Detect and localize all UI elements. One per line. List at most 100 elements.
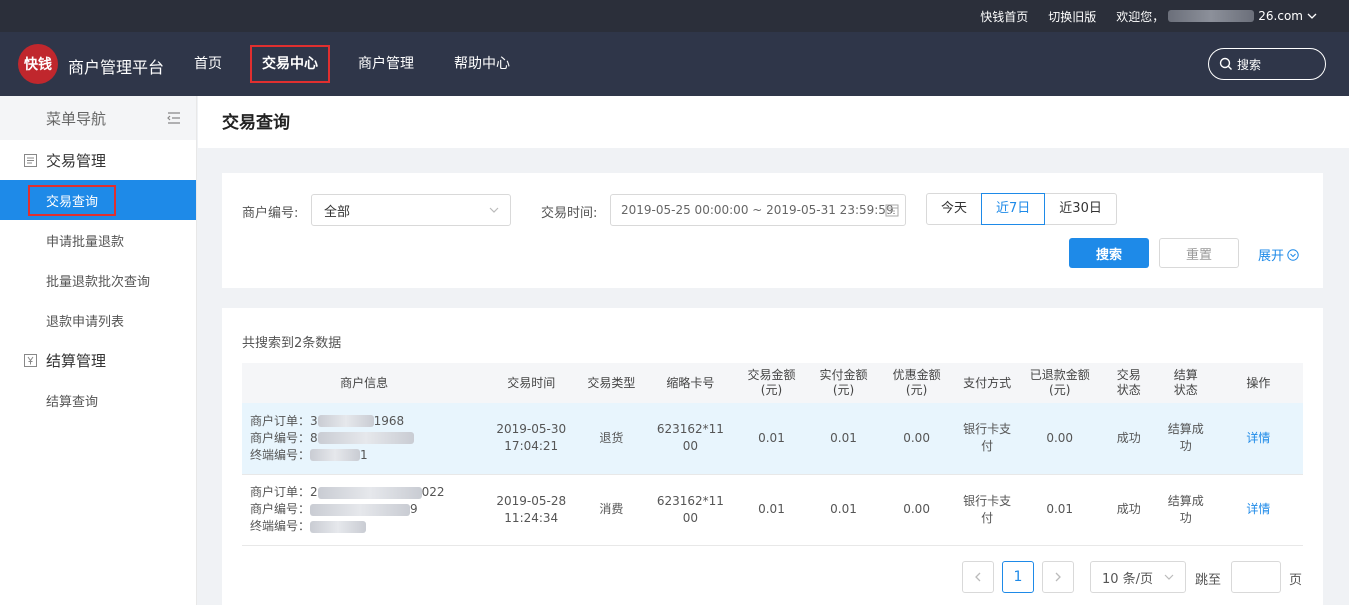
time-text: 17:04:21 [504, 439, 559, 454]
next-page-button[interactable] [1042, 561, 1074, 593]
type-cell: 消费 [576, 474, 647, 546]
sidebar-item-label: 交易查询 [28, 184, 117, 216]
quick-range-group: 今天 近7日 近30日 [926, 193, 1117, 225]
ledger-icon [22, 152, 38, 168]
blurred-username [1168, 10, 1255, 22]
card-text: 00 [682, 510, 699, 525]
prev-page-button[interactable] [962, 561, 994, 593]
search-icon [1219, 57, 1232, 70]
search-input[interactable]: 搜索 [1208, 48, 1326, 80]
merchant-id-visible: 8 [310, 430, 318, 445]
nav-transaction-center[interactable]: 交易中心 [250, 45, 330, 83]
sidebar-item-batch-refund-query[interactable]: 批量退款批次查询 [0, 260, 196, 300]
jump-label: 跳至 [1195, 573, 1222, 588]
sidebar-item-batch-refund[interactable]: 申请批量退款 [0, 220, 196, 260]
settle-text: 结算成 [1167, 493, 1204, 508]
col-refunded-amount: 已退款金额(元) [1029, 368, 1090, 397]
yen-icon [22, 352, 38, 368]
sidebar-title: 菜单导航 [46, 109, 107, 128]
order-id-visible: 022 [421, 485, 445, 499]
paid-cell: 0.01 [808, 474, 879, 546]
method-text: 银行卡支 [963, 493, 1012, 508]
col-payment-method: 支付方式 [963, 375, 1012, 390]
transaction-time-range-input[interactable]: 2019-05-25 00:00:00 ~ 2019-05-31 23:59:5… [610, 194, 906, 226]
order-id-visible: 3 [310, 413, 318, 428]
card-cell: 623162*11 00 [646, 403, 735, 475]
order-label: 商户订单： [250, 485, 311, 499]
time-cell: 2019-05-28 11:24:34 [486, 474, 577, 546]
sidebar-item-refund-list[interactable]: 退款申请列表 [0, 300, 196, 340]
blurred-merchant-id [317, 432, 414, 445]
page-size-value: 10 条/页 [1102, 571, 1154, 587]
welcome-text: 欢迎您， [1116, 9, 1165, 24]
order-id-visible: 1968 [373, 413, 405, 428]
blurred-order-id [317, 486, 422, 499]
user-menu[interactable]: 欢迎您， 26.com [1116, 8, 1317, 25]
chevron-down-icon [489, 207, 499, 213]
nav-help-center[interactable]: 帮助中心 [444, 45, 520, 83]
col-discount-amount: 优惠金额(元) [892, 368, 941, 397]
page-size-select[interactable]: 10 条/页 [1090, 561, 1186, 593]
merchant-info-cell: 商户订单： 2 022 商户编号： 9 终端编号： [242, 474, 487, 546]
method-text: 银行卡支 [963, 422, 1012, 437]
sidebar-item-transaction-query[interactable]: 交易查询 [0, 180, 196, 220]
sidebar-header: 菜单导航 [0, 96, 196, 140]
settle-text: 结算成 [1167, 422, 1204, 437]
card-text: 00 [682, 439, 699, 454]
search-placeholder: 搜索 [1237, 57, 1262, 72]
card-text: 623162*11 [656, 493, 724, 508]
expand-filters-link[interactable]: 展开 [1258, 245, 1299, 264]
nav-home[interactable]: 首页 [184, 45, 232, 83]
nav-merchant-management[interactable]: 商户管理 [348, 45, 424, 83]
sidebar-group-settlement[interactable]: 结算管理 [0, 340, 196, 380]
collapse-menu-icon[interactable] [166, 110, 182, 126]
results-panel: 共搜索到2条数据 商户信息 交易时间 交易类型 缩略卡号 交易金额(元) 实付金… [222, 308, 1323, 605]
time-text: 11:24:34 [504, 510, 559, 525]
top-utility-bar: 快钱首页 切换旧版 欢迎您， 26.com [0, 0, 1349, 32]
range-today-button[interactable]: 今天 [926, 193, 983, 225]
switch-old-version-link[interactable]: 切换旧版 [1048, 8, 1096, 25]
page-1-button[interactable]: 1 [1002, 561, 1034, 593]
calendar-icon [885, 204, 899, 217]
sidebar-group-transaction[interactable]: 交易管理 [0, 140, 196, 180]
refunded-cell: 0.00 [1019, 403, 1100, 475]
page-title: 交易查询 [198, 96, 1349, 148]
settle-text: 功 [1179, 510, 1192, 525]
range-7-days-button[interactable]: 近7日 [981, 193, 1046, 225]
amount-cell: 0.01 [734, 403, 809, 475]
method-text: 付 [981, 439, 994, 454]
amount-cell: 0.01 [734, 474, 809, 546]
status-cell: 成功 [1099, 403, 1158, 475]
paid-cell: 0.01 [808, 403, 879, 475]
search-button[interactable]: 搜索 [1069, 238, 1149, 268]
col-merchant-info: 商户信息 [340, 375, 389, 390]
date-text: 2019-05-30 [496, 422, 567, 437]
sidebar-group-label: 结算管理 [46, 351, 107, 370]
merchant-id-select[interactable]: 全部 [311, 194, 511, 226]
blurred-order-id [317, 415, 374, 428]
range-30-days-button[interactable]: 近30日 [1044, 193, 1117, 225]
platform-name: 商户管理平台 [68, 58, 165, 77]
details-link[interactable]: 详情 [1246, 502, 1270, 516]
home-link[interactable]: 快钱首页 [980, 8, 1028, 25]
table-row: 商户订单： 2 022 商户编号： 9 终端编号： 2019-05-28 11:24:3… [242, 474, 1303, 546]
terminal-label: 终端编号： [250, 519, 311, 533]
refunded-cell: 0.01 [1019, 474, 1100, 546]
method-text: 付 [981, 510, 994, 525]
sidebar-group-label: 交易管理 [46, 151, 107, 170]
jump-page-input[interactable] [1231, 561, 1281, 593]
sidebar: 菜单导航 交易管理 交易查询 申请批量退款 批量退款批次查询 退款申请列表 结算… [0, 96, 197, 605]
discount-cell: 0.00 [878, 474, 955, 546]
details-link[interactable]: 详情 [1246, 431, 1270, 445]
card-cell: 623162*11 00 [646, 474, 735, 546]
chevron-left-icon [975, 572, 981, 582]
page-unit-label: 页 [1289, 573, 1303, 588]
col-amount: 交易金额(元) [747, 368, 796, 397]
expand-label: 展开 [1258, 249, 1285, 264]
blurred-terminal-id [310, 449, 361, 462]
sidebar-item-settlement-query[interactable]: 结算查询 [0, 380, 196, 420]
reset-button[interactable]: 重置 [1159, 238, 1239, 268]
username-suffix: 26.com [1258, 9, 1303, 23]
transactions-table: 商户信息 交易时间 交易类型 缩略卡号 交易金额(元) 实付金额(元) 优惠金额… [242, 363, 1303, 546]
brand-logo[interactable]: 快钱 [18, 44, 58, 84]
